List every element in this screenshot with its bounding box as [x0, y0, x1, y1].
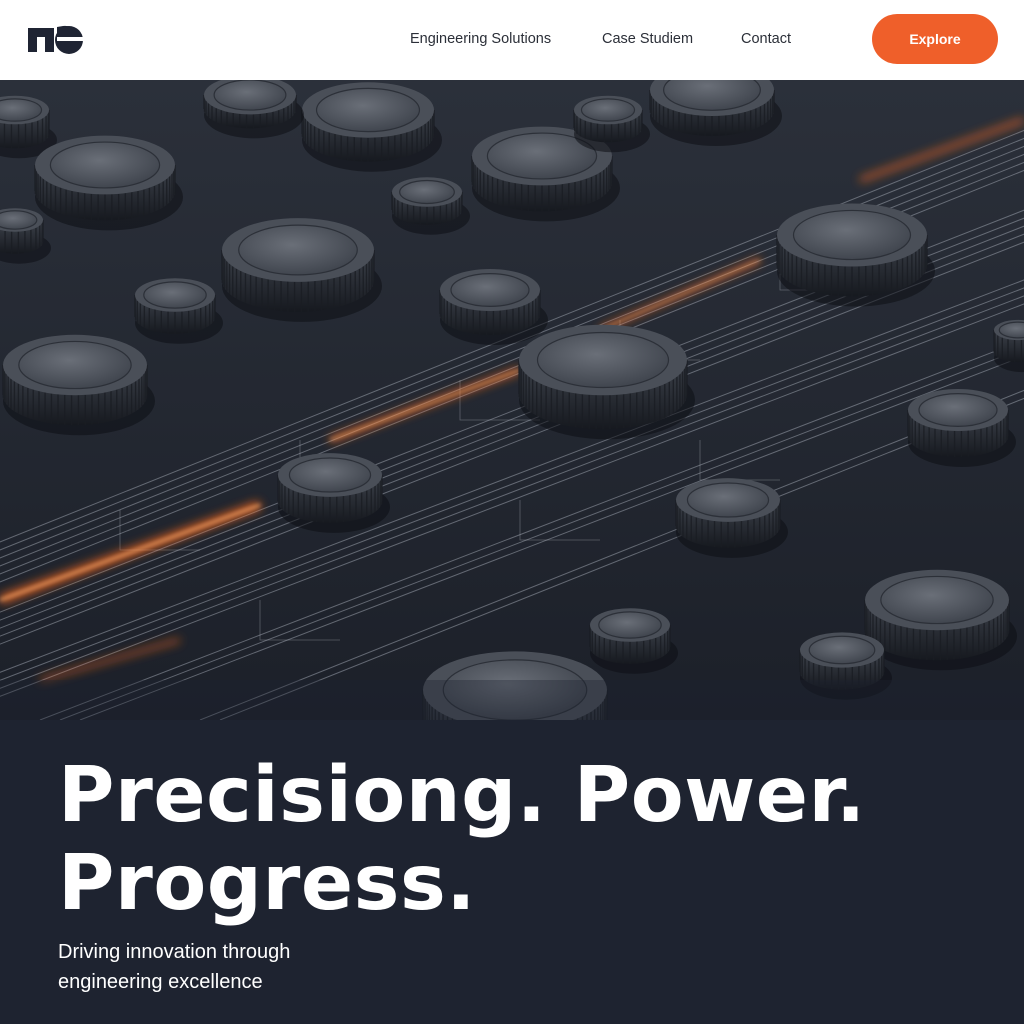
- hero-tagline-line-1: Driving innovation through: [58, 941, 291, 963]
- brand-logo-icon[interactable]: [27, 22, 85, 56]
- hero-image: [0, 80, 1024, 720]
- nav-link-engineering-solutions[interactable]: Engineering Solutions: [410, 30, 551, 48]
- hero-tagline: Driving innovation through engineering e…: [58, 937, 290, 997]
- nav-link-contact[interactable]: Contact: [741, 30, 791, 48]
- hero-headline-line-2: Progress.: [58, 839, 477, 928]
- explore-button[interactable]: Explore: [872, 14, 998, 64]
- nav-link-case-studies[interactable]: Case Studiem: [602, 30, 693, 48]
- hero-headline-line-1: Precisiong. Power.: [58, 751, 866, 840]
- hero-tagline-line-2: engineering excellence: [58, 971, 263, 993]
- hero-headline: Precisiong. Power. Progress.: [58, 752, 866, 928]
- top-navbar: Engineering Solutions Case Studiem Conta…: [0, 0, 1024, 80]
